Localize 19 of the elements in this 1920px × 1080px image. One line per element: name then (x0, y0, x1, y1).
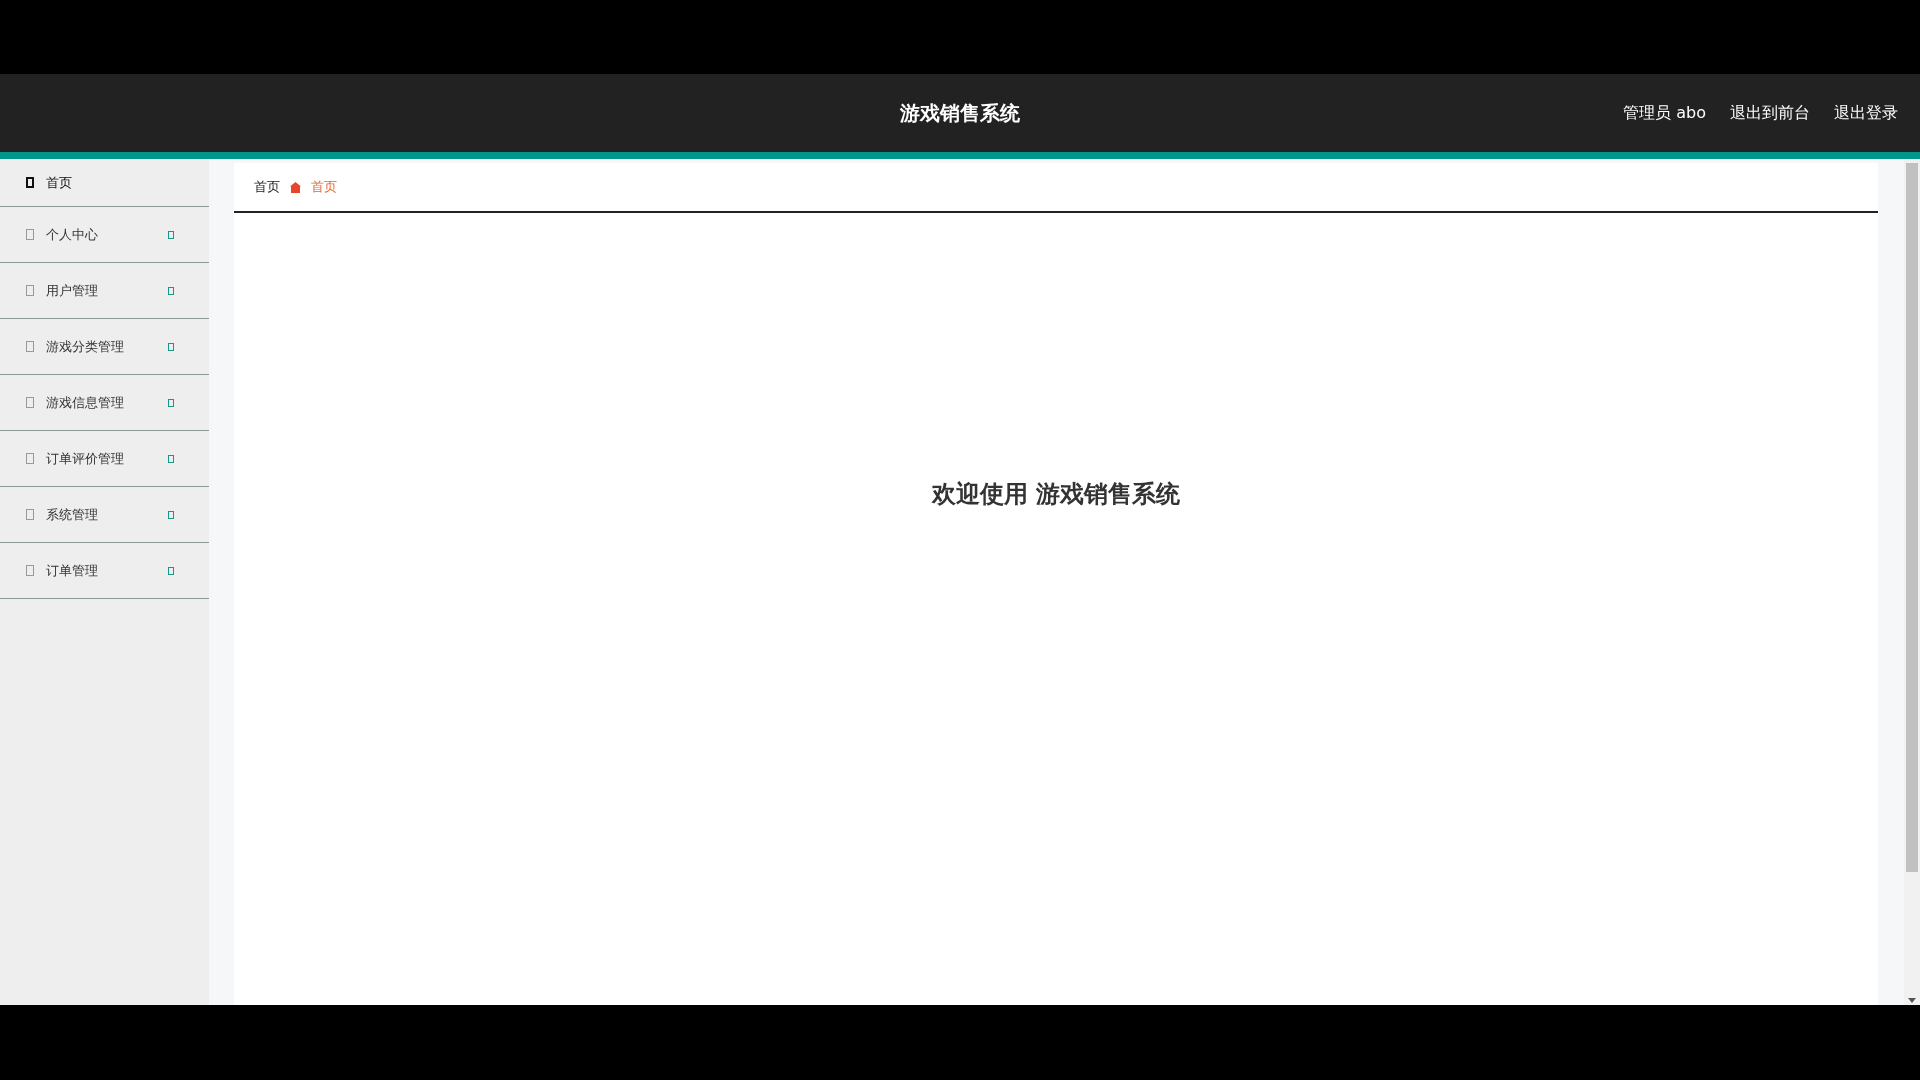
sidebar-item[interactable]: 系统管理 (0, 487, 209, 543)
sidebar-item[interactable]: 用户管理 (0, 263, 209, 319)
welcome-heading: 欢迎使用 游戏销售系统 (931, 479, 1181, 510)
home-icon (290, 181, 301, 193)
breadcrumb-current: 首页 (311, 178, 337, 196)
sidebar-item[interactable]: 游戏分类管理 (0, 319, 209, 375)
app-title: 游戏销售系统 (900, 99, 1020, 127)
sidebar-item[interactable]: 首页 (0, 159, 209, 207)
sidebar-item[interactable]: 订单管理 (0, 543, 209, 599)
sidebar-item[interactable]: 个人中心 (0, 207, 209, 263)
breadcrumb-link[interactable]: 首页 (254, 178, 280, 196)
header-link[interactable]: 退出登录 (1834, 102, 1898, 124)
user-link[interactable]: 管理员 abo (1623, 102, 1706, 124)
scroll-thumb[interactable] (1906, 163, 1918, 872)
header-link[interactable]: 退出到前台 (1730, 102, 1810, 124)
scrollbar[interactable] (1904, 159, 1920, 1005)
scroll-down-icon[interactable] (1908, 998, 1916, 1003)
sidebar-item[interactable]: 游戏信息管理 (0, 375, 209, 431)
sidebar-item[interactable]: 订单评价管理 (0, 431, 209, 487)
